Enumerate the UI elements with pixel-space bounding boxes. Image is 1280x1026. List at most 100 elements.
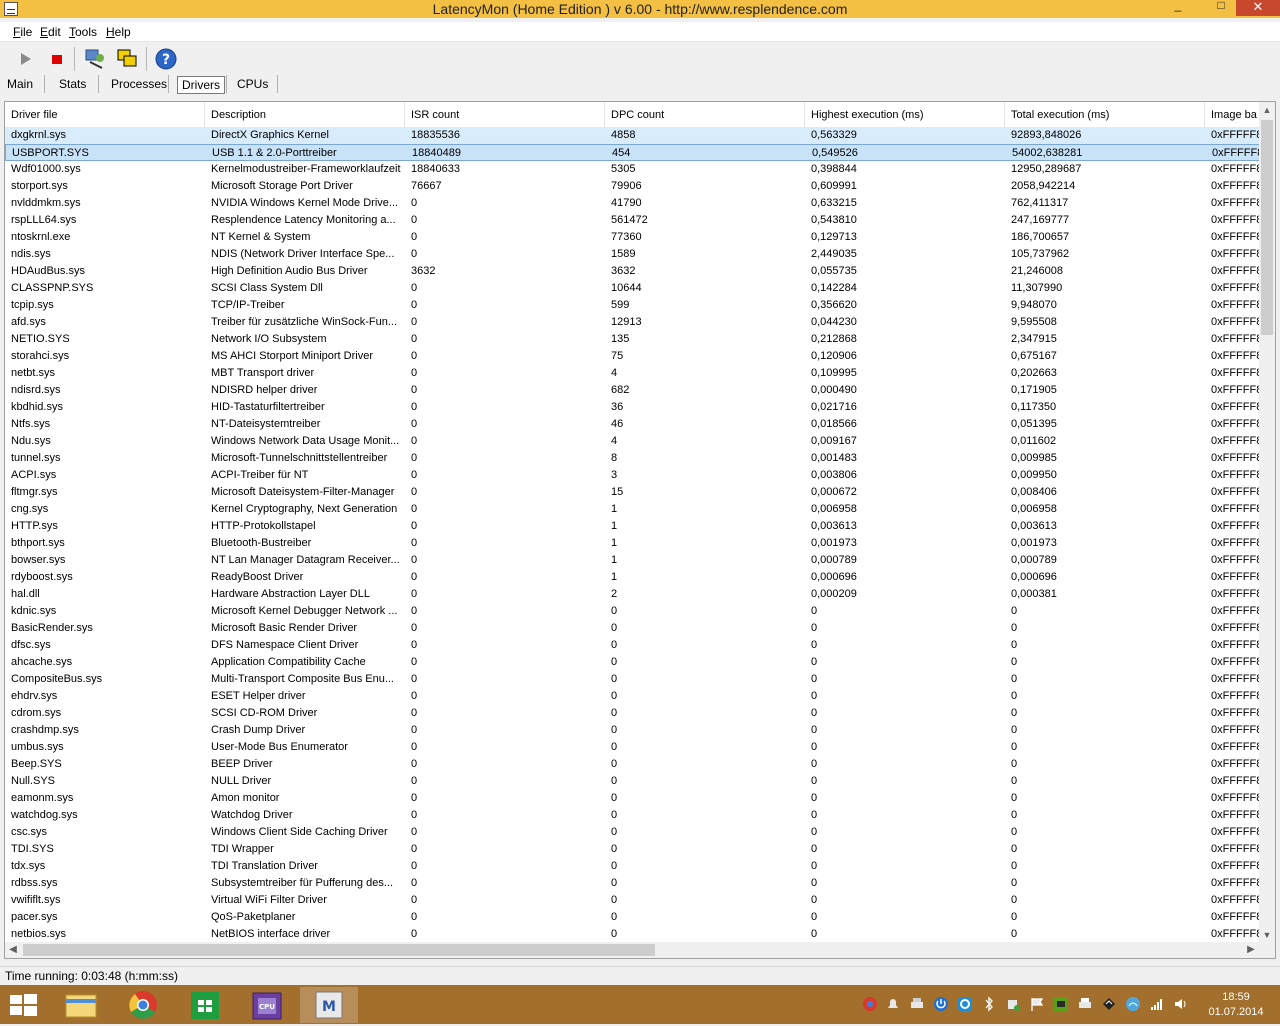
scroll-up-icon[interactable]: ▲ bbox=[1259, 102, 1275, 118]
table-row[interactable]: hal.dll Hardware Abstraction Layer DLL 0 2 0… bbox=[5, 586, 1261, 603]
table-row[interactable]: HTTP.sys HTTP-Protokollstapel 0 1 0,003613 0,… bbox=[5, 518, 1261, 535]
table-row[interactable]: eamonm.sys Amon monitor 0 0 0 0 0xFFFFF8 bbox=[5, 790, 1261, 807]
table-row[interactable]: storahci.sys MS AHCI Storport Miniport Dr… bbox=[5, 348, 1261, 365]
volume-icon[interactable] bbox=[1173, 996, 1189, 1012]
table-row[interactable]: pacer.sys QoS-Paketplaner 0 0 0 0 0xFFFFF8 bbox=[5, 909, 1261, 926]
tab-cpus[interactable]: CPUs bbox=[233, 76, 272, 94]
usb-icon[interactable] bbox=[1005, 996, 1021, 1012]
table-row[interactable]: kbdhid.sys HID-Tastaturfiltertreiber 0 36 0,… bbox=[5, 399, 1261, 416]
table-row[interactable]: NETIO.SYS Network I/O Subsystem 0 135 0,2128… bbox=[5, 331, 1261, 348]
tab-processes[interactable]: Processes bbox=[107, 76, 171, 94]
column-header-total-execution[interactable]: Total execution (ms) bbox=[1005, 102, 1205, 127]
menu-tools[interactable]: Tools bbox=[69, 25, 97, 39]
table-row[interactable]: dxgkrnl.sys DirectX Graphics Kernel 188355… bbox=[5, 127, 1261, 144]
play-icon[interactable] bbox=[12, 46, 38, 72]
table-row[interactable]: TDI.SYS TDI Wrapper 0 0 0 0 0xFFFFF8 bbox=[5, 841, 1261, 858]
table-row[interactable]: tunnel.sys Microsoft-Tunnelschnittstellen… bbox=[5, 450, 1261, 467]
maximize-button[interactable]: □ bbox=[1208, 0, 1234, 14]
sync-icon[interactable] bbox=[1101, 996, 1117, 1012]
table-row[interactable]: ndis.sys NDIS (Network Driver Interface S… bbox=[5, 246, 1261, 263]
tab-stats[interactable]: Stats bbox=[55, 76, 90, 94]
column-header-highest-execution[interactable]: Highest execution (ms) bbox=[805, 102, 1005, 127]
table-row[interactable]: watchdog.sys Watchdog Driver 0 0 0 0 0xFFFFF8 bbox=[5, 807, 1261, 824]
bluetooth-icon[interactable] bbox=[981, 996, 997, 1012]
table-row[interactable]: csc.sys Windows Client Side Caching Drive… bbox=[5, 824, 1261, 841]
close-button[interactable]: ✕ bbox=[1236, 0, 1280, 16]
table-row[interactable]: dfsc.sys DFS Namespace Client Driver 0 0 0 0 0… bbox=[5, 637, 1261, 654]
table-row[interactable]: nvlddmkm.sys NVIDIA Windows Kernel Mode D… bbox=[5, 195, 1261, 212]
table-row[interactable]: fltmgr.sys Microsoft Dateisystem-Filter-M… bbox=[5, 484, 1261, 501]
stop-icon[interactable] bbox=[44, 46, 70, 72]
nvidia-icon[interactable] bbox=[1053, 996, 1069, 1012]
table-row[interactable]: netbios.sys NetBIOS interface driver 0 0 0 0 0… bbox=[5, 926, 1261, 943]
table-row[interactable]: bthport.sys Bluetooth-Bustreiber 0 1 0,00197… bbox=[5, 535, 1261, 552]
notification-icon[interactable] bbox=[885, 996, 901, 1012]
column-header-isr-count[interactable]: ISR count bbox=[405, 102, 605, 127]
table-row[interactable]: CLASSPNP.SYS SCSI Class System Dll 0 10644 0… bbox=[5, 280, 1261, 297]
eset-icon[interactable] bbox=[957, 996, 973, 1012]
table-row[interactable]: rdbss.sys Subsystemtreiber für Pufferung … bbox=[5, 875, 1261, 892]
table-row[interactable]: HDAudBus.sys High Definition Audio Bus Dr… bbox=[5, 263, 1261, 280]
scroll-down-icon[interactable]: ▼ bbox=[1259, 927, 1275, 943]
driver-scan-icon[interactable] bbox=[82, 46, 108, 72]
store-icon[interactable] bbox=[176, 987, 234, 1023]
table-row[interactable]: netbt.sys MBT Transport driver 0 4 0,109995 0… bbox=[5, 365, 1261, 382]
clock[interactable]: 18:59 01.07.2014 bbox=[1196, 990, 1276, 1020]
table-row[interactable]: rspLLL64.sys Resplendence Latency Monitor… bbox=[5, 212, 1261, 229]
table-row[interactable]: umbus.sys User-Mode Bus Enumerator 0 0 0 0 0xF… bbox=[5, 739, 1261, 756]
vertical-scrollbar[interactable]: ▲ ▼ bbox=[1259, 102, 1275, 943]
tab-drivers[interactable]: Drivers bbox=[177, 76, 225, 94]
chrome-icon[interactable] bbox=[114, 987, 172, 1023]
menu-help[interactable]: Help bbox=[106, 25, 131, 39]
table-row[interactable]: Null.SYS NULL Driver 0 0 0 0 0xFFFFF8 bbox=[5, 773, 1261, 790]
scroll-left-icon[interactable]: ◀ bbox=[5, 942, 21, 958]
signal-icon[interactable] bbox=[1125, 996, 1141, 1012]
table-row[interactable]: Ntfs.sys NT-Dateisystemtreiber 0 46 0,018566… bbox=[5, 416, 1261, 433]
printer-icon[interactable] bbox=[1077, 996, 1093, 1012]
table-row[interactable]: ndisrd.sys NDISRD helper driver 0 682 0,0004… bbox=[5, 382, 1261, 399]
table-row[interactable]: ACPI.sys ACPI-Treiber für NT 0 3 0,003806 0,0… bbox=[5, 467, 1261, 484]
network-signal-icon[interactable] bbox=[1149, 996, 1165, 1012]
chrome-tray-icon[interactable] bbox=[862, 996, 878, 1012]
power-icon[interactable] bbox=[933, 996, 949, 1012]
column-header-dpc-count[interactable]: DPC count bbox=[605, 102, 805, 127]
windows-icon[interactable] bbox=[114, 46, 140, 72]
table-row[interactable]: CompositeBus.sys Multi-Transport Composit… bbox=[5, 671, 1261, 688]
table-row[interactable]: BasicRender.sys Microsoft Basic Render Dr… bbox=[5, 620, 1261, 637]
table-row[interactable]: crashdmp.sys Crash Dump Driver 0 0 0 0 0xFFFFF… bbox=[5, 722, 1261, 739]
latencymon-icon[interactable]: M bbox=[300, 987, 358, 1023]
tab-main[interactable]: Main bbox=[3, 76, 37, 94]
table-row[interactable]: ahcache.sys Application Compatibility Cac… bbox=[5, 654, 1261, 671]
flag-icon[interactable] bbox=[1029, 996, 1045, 1012]
table-row[interactable]: Beep.SYS BEEP Driver 0 0 0 0 0xFFFFF8 bbox=[5, 756, 1261, 773]
table-row[interactable]: cdrom.sys SCSI CD-ROM Driver 0 0 0 0 0xFFFFF8 bbox=[5, 705, 1261, 722]
column-header-description[interactable]: Description bbox=[205, 102, 405, 127]
table-row[interactable]: ntoskrnl.exe NT Kernel & System 0 77360 0,12… bbox=[5, 229, 1261, 246]
table-row[interactable]: rdyboost.sys ReadyBoost Driver 0 1 0,000696 0… bbox=[5, 569, 1261, 586]
network-drive-icon[interactable] bbox=[909, 996, 925, 1012]
column-header-driver-file[interactable]: Driver file bbox=[5, 102, 205, 127]
horizontal-scroll-thumb[interactable] bbox=[23, 944, 655, 956]
minimize-button[interactable]: _ bbox=[1165, 0, 1191, 14]
table-row[interactable]: tcpip.sys TCP/IP-Treiber 0 599 0,356620 9,948… bbox=[5, 297, 1261, 314]
table-row[interactable]: USBPORT.SYS USB 1.1 & 2.0-Porttreiber 1884… bbox=[5, 144, 1261, 161]
column-header-image-base[interactable]: Image ba bbox=[1205, 102, 1261, 127]
menu-file[interactable]: File bbox=[13, 25, 32, 39]
table-row[interactable]: bowser.sys NT Lan Manager Datagram Receiv… bbox=[5, 552, 1261, 569]
table-row[interactable]: cng.sys Kernel Cryptography, Next Generat… bbox=[5, 501, 1261, 518]
table-row[interactable]: tdx.sys TDI Translation Driver 0 0 0 0 0xFFFFF… bbox=[5, 858, 1261, 875]
horizontal-scrollbar[interactable]: ◀ ▶ bbox=[5, 942, 1275, 958]
table-row[interactable]: ehdrv.sys ESET Helper driver 0 0 0 0 0xFFFFF8 bbox=[5, 688, 1261, 705]
table-row[interactable]: storport.sys Microsoft Storage Port Drive… bbox=[5, 178, 1261, 195]
table-row[interactable]: afd.sys Treiber für zusätzliche WinSock-F… bbox=[5, 314, 1261, 331]
table-row[interactable]: vwififlt.sys Virtual WiFi Filter Driver 0 0… bbox=[5, 892, 1261, 909]
vertical-scroll-thumb[interactable] bbox=[1261, 120, 1273, 335]
table-row[interactable]: Ndu.sys Windows Network Data Usage Monit.… bbox=[5, 433, 1261, 450]
table-row[interactable]: Wdf01000.sys Kernelmodustreiber-Framework… bbox=[5, 161, 1261, 178]
file-explorer-icon[interactable] bbox=[52, 987, 110, 1023]
help-icon[interactable]: ? bbox=[153, 46, 179, 72]
start-button[interactable] bbox=[8, 993, 38, 1017]
table-row[interactable]: kdnic.sys Microsoft Kernel Debugger Netwo… bbox=[5, 603, 1261, 620]
scroll-right-icon[interactable]: ▶ bbox=[1243, 942, 1259, 958]
cpuz-icon[interactable]: CPU bbox=[238, 987, 296, 1023]
